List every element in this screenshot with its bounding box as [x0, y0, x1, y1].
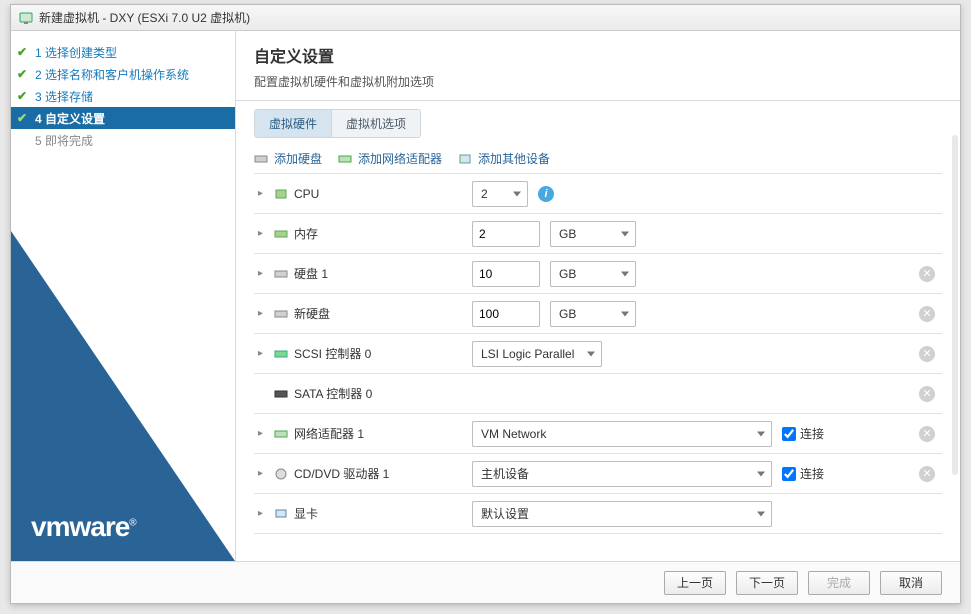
cdrom-connect-checkbox[interactable]: 连接 — [782, 465, 824, 482]
video-select[interactable]: 默认设置 — [472, 501, 772, 527]
nic-connect-checkbox[interactable]: 连接 — [782, 425, 824, 442]
disk1-input[interactable] — [472, 261, 540, 287]
step-create-type[interactable]: ✔1 选择创建类型 — [11, 41, 235, 63]
step-name-os[interactable]: ✔2 选择名称和客户机操作系统 — [11, 63, 235, 85]
hardware-rows: ▸ CPU 2 i ▸ — [254, 173, 942, 534]
remove-sata-button[interactable]: ✕ — [919, 386, 935, 402]
scrollbar[interactable] — [952, 135, 958, 475]
nic-icon — [274, 428, 288, 440]
device-icon — [458, 152, 472, 166]
row-sata: ▸ SATA 控制器 0 ✕ — [254, 374, 942, 414]
add-disk-button[interactable]: 添加硬盘 — [254, 150, 322, 167]
cdrom-source-select[interactable]: 主机设备 — [472, 461, 772, 487]
expand-icon[interactable]: ▸ — [258, 508, 268, 519]
expand-icon[interactable]: ▸ — [258, 308, 268, 319]
expand-icon[interactable]: ▸ — [258, 228, 268, 239]
title-text: 新建虚拟机 - DXY (ESXi 7.0 U2 虚拟机) — [39, 9, 250, 26]
row-cpu: ▸ CPU 2 i — [254, 174, 942, 214]
row-newdisk: ▸ 新硬盘 GB ✕ — [254, 294, 942, 334]
vm-icon — [19, 11, 33, 25]
remove-cdrom-button[interactable]: ✕ — [919, 466, 935, 482]
vmware-logo: vmware® — [31, 511, 136, 543]
disk-icon — [254, 152, 268, 166]
tabs: 虚拟硬件 虚拟机选项 — [254, 109, 421, 138]
cancel-button[interactable]: 取消 — [880, 571, 942, 595]
tab-hardware[interactable]: 虚拟硬件 — [255, 110, 332, 137]
cdrom-icon — [274, 468, 288, 480]
row-video: ▸ 显卡 默认设置 — [254, 494, 942, 534]
expand-icon[interactable]: ▸ — [258, 468, 268, 479]
expand-icon[interactable]: ▸ — [258, 188, 268, 199]
step-ready: ✔5 即将完成 — [11, 129, 235, 151]
newdisk-input[interactable] — [472, 301, 540, 327]
expand-icon[interactable]: ▸ — [258, 428, 268, 439]
expand-icon[interactable]: ▸ — [258, 268, 268, 279]
page-subtitle: 配置虚拟机硬件和虚拟机附加选项 — [254, 73, 942, 90]
nic-network-select[interactable]: VM Network — [472, 421, 772, 447]
next-button[interactable]: 下一页 — [736, 571, 798, 595]
expand-icon[interactable]: ▸ — [258, 348, 268, 359]
step-storage[interactable]: ✔3 选择存储 — [11, 85, 235, 107]
wizard-footer: 上一页 下一页 完成 取消 — [11, 561, 960, 603]
page-title: 自定义设置 — [254, 43, 942, 67]
newdisk-unit-select[interactable]: GB — [550, 301, 636, 327]
nic-icon — [338, 152, 352, 166]
logo-area: vmware® — [11, 231, 235, 561]
device-toolbar: 添加硬盘 添加网络适配器 添加其他设备 — [254, 150, 942, 167]
remove-scsi-button[interactable]: ✕ — [919, 346, 935, 362]
row-cdrom: ▸ CD/DVD 驱动器 1 主机设备 连接 ✕ — [254, 454, 942, 494]
memory-input[interactable] — [472, 221, 540, 247]
remove-newdisk-button[interactable]: ✕ — [919, 306, 935, 322]
video-icon — [274, 508, 288, 520]
sata-icon — [274, 388, 288, 400]
row-nic1: ▸ 网络适配器 1 VM Network 连接 ✕ — [254, 414, 942, 454]
disk-icon — [274, 268, 288, 280]
row-memory: ▸ 内存 GB — [254, 214, 942, 254]
back-button[interactable]: 上一页 — [664, 571, 726, 595]
disk1-unit-select[interactable]: GB — [550, 261, 636, 287]
step-customize[interactable]: ✔4 自定义设置 — [11, 107, 235, 129]
add-other-button[interactable]: 添加其他设备 — [458, 150, 550, 167]
disk-icon — [274, 308, 288, 320]
titlebar[interactable]: 新建虚拟机 - DXY (ESXi 7.0 U2 虚拟机) — [11, 5, 960, 31]
finish-button: 完成 — [808, 571, 870, 595]
info-icon[interactable]: i — [538, 186, 554, 202]
new-vm-dialog: 新建虚拟机 - DXY (ESXi 7.0 U2 虚拟机) ✔1 选择创建类型 … — [10, 4, 961, 604]
tab-options[interactable]: 虚拟机选项 — [332, 110, 420, 137]
page-header: 自定义设置 配置虚拟机硬件和虚拟机附加选项 — [236, 31, 960, 101]
cpu-icon — [274, 188, 288, 200]
remove-disk1-button[interactable]: ✕ — [919, 266, 935, 282]
scsi-type-select[interactable]: LSI Logic Parallel — [472, 341, 602, 367]
add-nic-button[interactable]: 添加网络适配器 — [338, 150, 442, 167]
scsi-icon — [274, 348, 288, 360]
memory-unit-select[interactable]: GB — [550, 221, 636, 247]
row-disk1: ▸ 硬盘 1 GB ✕ — [254, 254, 942, 294]
memory-icon — [274, 228, 288, 240]
wizard-steps: ✔1 选择创建类型 ✔2 选择名称和客户机操作系统 ✔3 选择存储 ✔4 自定义… — [11, 31, 236, 561]
remove-nic1-button[interactable]: ✕ — [919, 426, 935, 442]
row-scsi: ▸ SCSI 控制器 0 LSI Logic Parallel ✕ — [254, 334, 942, 374]
cpu-select[interactable]: 2 — [472, 181, 528, 207]
